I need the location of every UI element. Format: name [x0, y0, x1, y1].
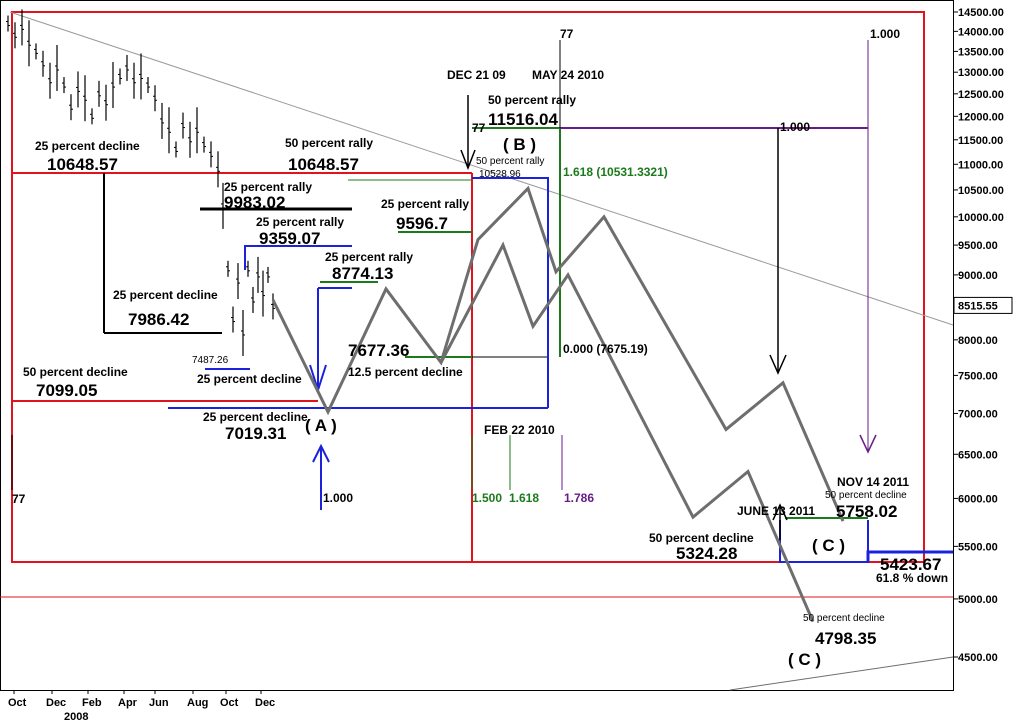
- x-tick-label: Oct: [8, 697, 27, 709]
- label-50-decline-c1: 50 percent decline: [825, 490, 907, 501]
- fib-1618b-label: 1.618: [509, 491, 539, 505]
- value-10648-left: 10648.57: [47, 155, 118, 174]
- chart-border: [0, 0, 954, 691]
- value-9983: 9983.02: [224, 193, 285, 212]
- value-7677: 7677.36: [348, 341, 409, 360]
- date-feb22: FEB 22 2010: [484, 423, 555, 437]
- label-12-5-decline: 12.5 percent decline: [348, 365, 463, 379]
- value-9359: 9359.07: [259, 229, 320, 248]
- label-25-decline-3: 25 percent decline: [197, 372, 302, 386]
- label-50-decline-c3: 50 percent decline: [803, 613, 885, 624]
- value-5324: 5324.28: [676, 544, 737, 563]
- y-tick-label: 8000.00: [958, 335, 998, 347]
- last-price-label: 8515.55: [958, 300, 998, 312]
- x-tick-label: Apr: [118, 697, 138, 709]
- label-50-rally-1: 50 percent rally: [285, 136, 373, 150]
- x-tick-label: Dec: [46, 697, 66, 709]
- value-10528: 10528.96: [479, 169, 521, 180]
- x-year-label: 2008: [64, 711, 88, 723]
- fib-150-label: 1.500: [472, 491, 502, 505]
- x-tick-label: Jun: [149, 697, 169, 709]
- y-tick-label: 12500.00: [958, 89, 1004, 101]
- y-tick-label: 14500.00: [958, 7, 1004, 19]
- y-axis: 14500.00 14000.00 13500.00 13000.00 12500.00…: [953, 7, 1013, 664]
- fib-one-top: 1.000: [870, 27, 900, 41]
- y-tick-label: 9000.00: [958, 270, 998, 282]
- label-25-rally-4: 25 percent rally: [381, 197, 469, 211]
- fib-zero-label: 0.000 (7675.19): [563, 342, 648, 356]
- y-tick-label: 7500.00: [958, 370, 998, 382]
- y-tick-label: 7000.00: [958, 408, 998, 420]
- y-tick-label: 6000.00: [958, 493, 998, 505]
- y-tick-label: 10000.00: [958, 212, 1004, 224]
- value-11516: 11516.04: [488, 110, 559, 129]
- value-7099: 7099.05: [36, 381, 97, 400]
- date-may24: MAY 24 2010: [532, 68, 604, 82]
- x-tick-label: Aug: [187, 697, 208, 709]
- fib-one-purple: 1.000: [780, 120, 810, 134]
- wave-b-label: ( B ): [503, 135, 536, 154]
- y-tick-label: 11500.00: [958, 135, 1003, 147]
- y-tick-label: 5000.00: [958, 594, 998, 606]
- y-tick-label: 9500.00: [958, 240, 998, 252]
- x-tick-label: Dec: [255, 697, 275, 709]
- x-tick-label: Oct: [220, 697, 239, 709]
- label-50-decline-c2: 50 percent decline: [649, 531, 754, 545]
- value-7487: 7487.26: [192, 355, 229, 366]
- fib-one-left: 1.000: [323, 491, 353, 505]
- y-tick-label: 13000.00: [958, 67, 1004, 79]
- label-50-decline-left: 50 percent decline: [23, 365, 128, 379]
- value-7986: 7986.42: [128, 310, 189, 329]
- label-50-rally-3: 50 percent rally: [476, 156, 544, 167]
- date-nov14: NOV 14 2011: [837, 475, 909, 489]
- label-25-rally-3: 25 percent rally: [325, 250, 413, 264]
- label-77-left: 77: [12, 492, 26, 506]
- label-25-rally-2: 25 percent rally: [256, 215, 344, 229]
- label-25-rally-1: 25 percent rally: [224, 180, 312, 194]
- value-5758: 5758.02: [836, 502, 897, 521]
- y-tick-label: 13500.00: [958, 46, 1004, 58]
- value-8774: 8774.13: [332, 264, 393, 283]
- label-61-8-down: 61.8 % down: [876, 571, 948, 585]
- date-dec21: DEC 21 09: [447, 68, 506, 82]
- label-77-b: 77: [472, 121, 486, 135]
- y-tick-label: 6500.00: [958, 449, 998, 461]
- red-frame-main: [11, 11, 925, 563]
- y-tick-label: 4500.00: [958, 652, 998, 664]
- label-25-decline-4: 25 percent decline: [203, 410, 308, 424]
- value-7019: 7019.31: [225, 424, 286, 443]
- chart: 14500.00 14000.00 13500.00 13000.00 12500.00…: [0, 0, 1013, 723]
- wave-a-label: ( A ): [305, 416, 337, 435]
- label-25-decline-2: 25 percent decline: [113, 288, 218, 302]
- fib-1786-label: 1.786: [564, 491, 594, 505]
- y-tick-label: 14000.00: [958, 26, 1004, 38]
- value-9596: 9596.7: [396, 214, 448, 233]
- wave-c-label-right: ( C ): [812, 536, 845, 555]
- fib-1618-label: 1.618 (10531.3321): [563, 165, 668, 179]
- y-tick-label: 10500.00: [958, 185, 1004, 197]
- x-axis: Oct Dec Feb Apr Jun Aug Oct Dec 2008: [8, 690, 275, 723]
- trend-line-bottom: [729, 656, 954, 691]
- wave-c-label-low: ( C ): [788, 650, 821, 669]
- label-50-rally-2: 50 percent rally: [488, 93, 576, 107]
- value-10648-rally: 10648.57: [288, 155, 359, 174]
- y-tick-label: 12000.00: [958, 111, 1004, 123]
- label-77-top: 77: [560, 27, 574, 41]
- y-tick-label: 5500.00: [958, 541, 998, 553]
- y-tick-label: 11000.00: [958, 159, 1003, 171]
- value-4798: 4798.35: [815, 629, 876, 648]
- label-25-decline-1: 25 percent decline: [35, 139, 140, 153]
- x-tick-label: Feb: [82, 697, 102, 709]
- date-june13: JUNE 13 2011: [737, 504, 815, 518]
